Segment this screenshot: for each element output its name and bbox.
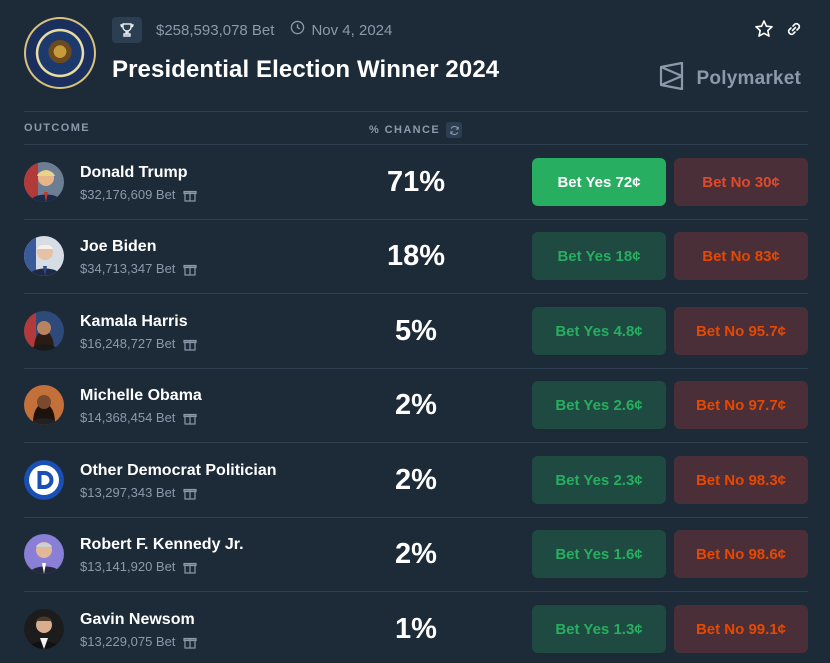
outcome-chance: 2% <box>395 464 437 496</box>
bet-no-button[interactable]: Bet No 98.3¢ <box>674 456 808 504</box>
gift-icon[interactable] <box>183 188 198 202</box>
outcome-name: Michelle Obama <box>80 387 202 404</box>
avatar <box>24 311 64 351</box>
outcome-row: Kamala Harris $16,248,727 Bet 5% Bet Yes… <box>24 294 808 368</box>
brand-name: Polymarket <box>696 67 801 89</box>
outcome-volume: $13,229,075 Bet <box>80 634 176 649</box>
outcome-chance: 71% <box>386 166 446 198</box>
polymarket-logo-icon <box>658 61 686 96</box>
outcome-name: Robert F. Kennedy Jr. <box>80 536 244 553</box>
clock-icon <box>290 20 305 40</box>
bet-no-button[interactable]: Bet No 97.7¢ <box>674 381 808 429</box>
avatar <box>24 162 64 202</box>
market-volume: $258,593,078 Bet <box>156 21 275 39</box>
gift-icon[interactable] <box>183 262 198 276</box>
chance-column-label: % CHANCE <box>369 124 441 136</box>
polymarket-brand[interactable]: Polymarket <box>658 61 801 96</box>
gift-icon[interactable] <box>183 635 198 649</box>
avatar <box>24 385 64 425</box>
outcome-chance: 2% <box>395 389 437 421</box>
outcome-volume: $16,248,727 Bet <box>80 336 176 351</box>
gift-icon[interactable] <box>183 560 198 574</box>
bet-no-button[interactable]: Bet No 98.6¢ <box>674 530 808 578</box>
bet-yes-button[interactable]: Bet Yes 72¢ <box>532 158 666 206</box>
header-divider <box>24 111 808 112</box>
outcome-row: Michelle Obama $14,368,454 Bet 2% Bet Ye… <box>24 368 808 442</box>
bet-no-button[interactable]: Bet No 83¢ <box>674 232 808 280</box>
trophy-icon <box>112 17 142 43</box>
outcome-row: Donald Trump $32,176,609 Bet 71% Bet Yes… <box>24 145 808 219</box>
bet-yes-button[interactable]: Bet Yes 4.8¢ <box>532 307 666 355</box>
bet-yes-button[interactable]: Bet Yes 1.6¢ <box>532 530 666 578</box>
market-meta: $258,593,078 Bet Nov 4, 2024 <box>112 17 392 43</box>
outcome-volume: $32,176,609 Bet <box>80 187 176 202</box>
bet-yes-button[interactable]: Bet Yes 18¢ <box>532 232 666 280</box>
bet-yes-button[interactable]: Bet Yes 1.3¢ <box>532 605 666 653</box>
outcome-column-header: OUTCOME <box>24 122 91 134</box>
outcome-row: Other Democrat Politician $13,297,343 Be… <box>24 443 808 517</box>
democrat-logo-icon <box>24 460 64 500</box>
outcome-chance: 5% <box>395 315 437 347</box>
bet-no-button[interactable]: Bet No 30¢ <box>674 158 808 206</box>
outcome-name: Joe Biden <box>80 238 157 255</box>
avatar <box>24 236 64 276</box>
outcome-row: Robert F. Kennedy Jr. $13,141,920 Bet 2%… <box>24 517 808 591</box>
market-header: $258,593,078 Bet Nov 4, 2024 Presidentia… <box>0 0 830 110</box>
outcome-volume: $34,713,347 Bet <box>80 261 176 276</box>
outcome-name: Donald Trump <box>80 164 188 181</box>
outcome-row: Gavin Newsom $13,229,075 Bet 1% Bet Yes … <box>24 592 808 663</box>
link-icon[interactable] <box>784 19 804 39</box>
chance-column-header: % CHANCE <box>369 122 463 138</box>
outcome-chance: 2% <box>395 538 437 570</box>
market-end-date: Nov 4, 2024 <box>311 21 393 39</box>
outcome-chance: 18% <box>386 240 446 272</box>
bet-yes-button[interactable]: Bet Yes 2.6¢ <box>532 381 666 429</box>
avatar <box>24 534 64 574</box>
outcome-volume: $13,297,343 Bet <box>80 485 176 500</box>
gift-icon[interactable] <box>183 337 198 351</box>
gift-icon[interactable] <box>183 486 198 500</box>
outcome-volume: $13,141,920 Bet <box>80 559 176 574</box>
outcome-volume: $14,368,454 Bet <box>80 410 176 425</box>
bet-yes-button[interactable]: Bet Yes 2.3¢ <box>532 456 666 504</box>
outcome-name: Kamala Harris <box>80 313 188 330</box>
outcome-row: Joe Biden $34,713,347 Bet 18% Bet Yes 18… <box>24 219 808 293</box>
outcome-chance: 1% <box>395 613 437 645</box>
outcome-name: Other Democrat Politician <box>80 462 277 479</box>
gift-icon[interactable] <box>183 411 198 425</box>
star-icon[interactable] <box>754 19 774 39</box>
bet-no-button[interactable]: Bet No 95.7¢ <box>674 307 808 355</box>
bet-no-button[interactable]: Bet No 99.1¢ <box>674 605 808 653</box>
presidential-seal-icon <box>24 17 96 89</box>
market-title: Presidential Election Winner 2024 <box>112 56 500 83</box>
outcome-name: Gavin Newsom <box>80 611 195 628</box>
refresh-icon[interactable] <box>446 122 463 138</box>
avatar <box>24 609 64 649</box>
